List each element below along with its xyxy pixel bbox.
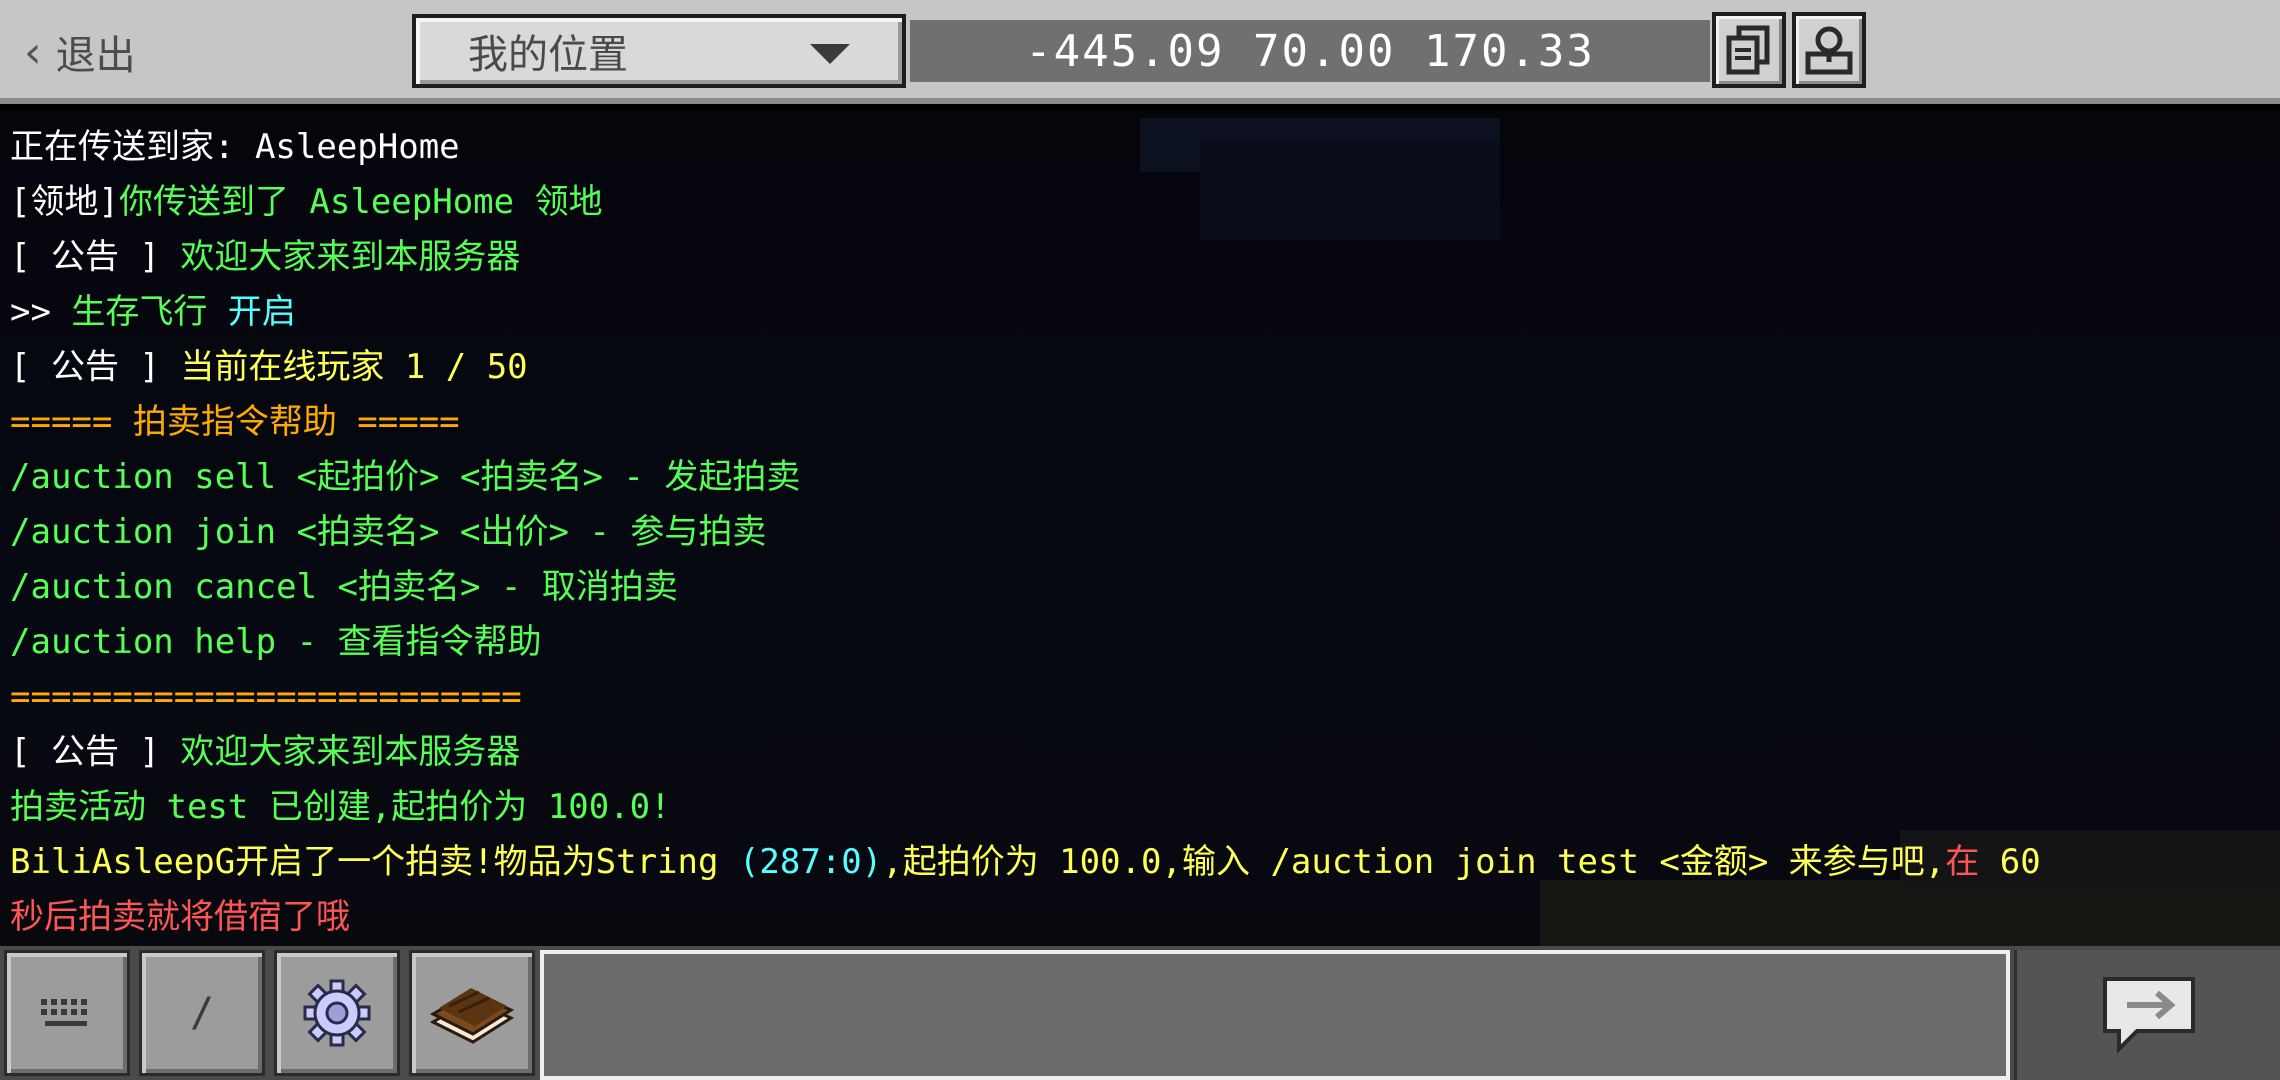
chat-line: 正在传送到家: AsleepHome (10, 120, 2041, 175)
chat-segment: 开启 (227, 292, 296, 332)
chat-line: ===== 拍卖指令帮助 ===== (10, 395, 2041, 450)
location-selected-value: 我的位置 (468, 32, 628, 78)
chat-line: [ 公告 ] 欢迎大家来到本服务器 (10, 725, 2041, 780)
location-dropdown[interactable]: 我的位置 (412, 14, 906, 88)
chat-messages: 正在传送到家: AsleepHome [领地]你传送到了 AsleepHome 领… (10, 120, 2041, 945)
chat-line: 拍卖活动 test 已创建,起拍价为 100.0! (10, 780, 2041, 835)
chat-segment: (287:0) (738, 842, 883, 882)
keyboard-icon (41, 999, 87, 1026)
emote-book-button[interactable] (409, 950, 535, 1076)
exit-button[interactable]: ‹ 退出 (24, 18, 136, 86)
copy-icon (1726, 25, 1770, 75)
chat-line: >> 生存飞行 开启 (10, 285, 2041, 340)
chat-segment: ,起拍价为 100.0,输入 /auction join test <金额> 来… (882, 842, 1946, 882)
exit-label: 退出 (55, 33, 136, 79)
chat-log: 正在传送到家: AsleepHome [领地]你传送到了 AsleepHome 领… (0, 110, 2280, 950)
slash-label: / (189, 990, 215, 1036)
bottom-bar: / (0, 946, 2280, 1080)
chat-line: [领地]你传送到了 AsleepHome 领地 (10, 175, 2041, 230)
chevron-left-icon: ‹ (24, 26, 42, 78)
share-location-button[interactable] (1792, 12, 1866, 88)
chat-line: /auction cancel <拍卖名> - 取消拍卖 (10, 560, 2041, 615)
keyboard-button[interactable] (4, 950, 130, 1076)
chat-segment: >> (10, 292, 72, 332)
chat-segment: [ 公告 ] (10, 237, 181, 277)
chat-segment: /auction help - 查看指令帮助 (10, 622, 542, 662)
chat-segment: ===== 拍卖指令帮助 ===== (10, 402, 460, 442)
chat-segment: BiliAsleepG开启了一个拍卖!物品为String (10, 842, 739, 882)
chat-segment: ========================= (10, 677, 522, 717)
chat-segment: 秒后拍卖就将借宿了哦 (10, 897, 350, 937)
book-icon (429, 988, 515, 1044)
dropdown-arrow-icon (810, 44, 850, 64)
chat-segment: 欢迎大家来到本服务器 (180, 237, 521, 277)
chat-segment: /auction cancel <拍卖名> - 取消拍卖 (10, 567, 678, 607)
coordinates-display: -445.09 70.00 170.33 (910, 20, 1710, 82)
gear-icon (303, 979, 371, 1047)
send-message-icon (2102, 977, 2195, 1054)
chat-segment: /auction sell <起拍价> <拍卖名> - 发起拍卖 (10, 457, 801, 497)
chat-line: BiliAsleepG开启了一个拍卖!物品为String (287:0),起拍价… (10, 835, 2041, 890)
chat-segment: 拍卖活动 test 已创建,起拍价为 100.0! (10, 787, 671, 827)
game-screen: ‹ 退出 我的位置 -445.09 70.00 170.33 正在传送到家: A… (0, 0, 2280, 1080)
chat-input[interactable] (540, 950, 2010, 1080)
copy-coordinates-button[interactable] (1712, 12, 1786, 88)
chat-segment: 60 (1999, 842, 2041, 882)
chat-segment: 生存飞行 (71, 292, 228, 332)
chat-segment: 你传送到了 AsleepHome 领地 (118, 182, 603, 222)
settings-button[interactable] (274, 950, 400, 1076)
slash-command-button[interactable]: / (139, 950, 265, 1076)
chat-segment: 在 (1945, 842, 2000, 882)
chat-segment: [ 公告 ] (10, 347, 181, 387)
chat-segment: 当前在线玩家 1 / 50 (180, 347, 528, 387)
chat-line: ========================= (10, 670, 2041, 725)
chat-segment: [ 公告 ] (10, 732, 181, 772)
chat-segment: 正在传送到家: AsleepHome (10, 127, 460, 167)
chat-segment: /auction join <拍卖名> <出价> - 参与拍卖 (10, 512, 767, 552)
top-bar: ‹ 退出 我的位置 -445.09 70.00 170.33 (0, 0, 2280, 104)
chat-line: [ 公告 ] 当前在线玩家 1 / 50 (10, 340, 2041, 395)
chat-segment: [领地] (10, 182, 119, 222)
chat-line: /auction sell <起拍价> <拍卖名> - 发起拍卖 (10, 450, 2041, 505)
chat-line: [ 公告 ] 欢迎大家来到本服务器 (10, 230, 2041, 285)
chat-line: 秒后拍卖就将借宿了哦 (10, 890, 2041, 945)
chat-line: /auction join <拍卖名> <出价> - 参与拍卖 (10, 505, 2041, 560)
chat-line: /auction help - 查看指令帮助 (10, 615, 2041, 670)
send-button[interactable] (2014, 950, 2280, 1080)
chat-segment: 欢迎大家来到本服务器 (180, 732, 521, 772)
location-pin-icon (1805, 26, 1853, 75)
